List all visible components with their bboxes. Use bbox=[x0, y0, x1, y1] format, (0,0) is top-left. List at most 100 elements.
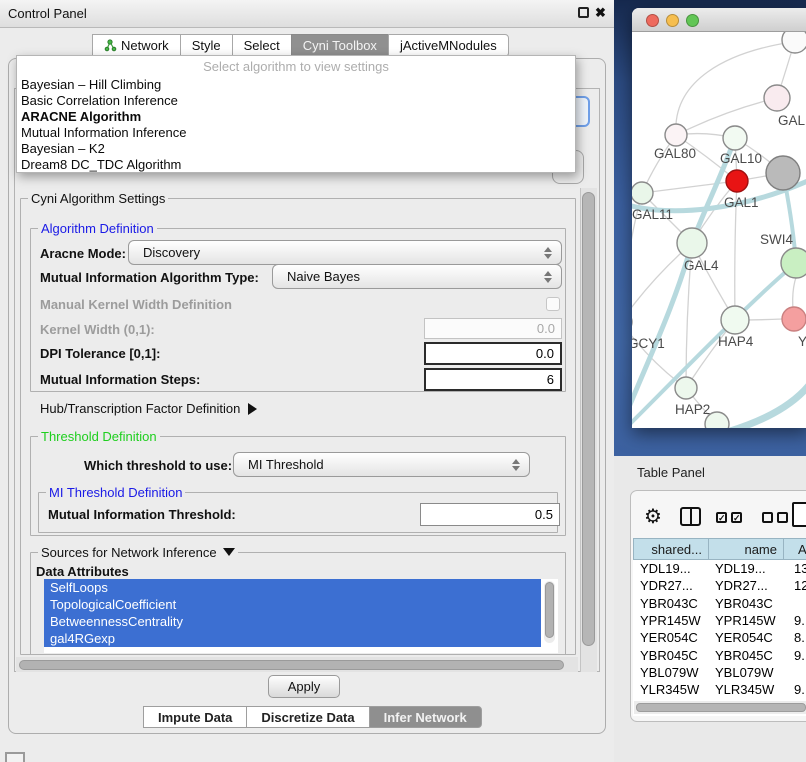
aracne-mode-select[interactable]: Discovery bbox=[128, 240, 562, 265]
sources-group-title[interactable]: Sources for Network Inference bbox=[38, 545, 238, 560]
algorithm-option[interactable]: Mutual Information Inference bbox=[17, 125, 575, 141]
network-node[interactable] bbox=[766, 156, 800, 190]
network-node[interactable] bbox=[782, 307, 806, 331]
table-cell: YPR145W bbox=[708, 612, 783, 629]
algorithm-option[interactable]: Dream8 DC_TDC Algorithm bbox=[17, 157, 575, 173]
manual-kernel-checkbox[interactable] bbox=[546, 297, 560, 311]
data-attributes-list[interactable]: SelfLoops TopologicalCoefficient Between… bbox=[44, 579, 558, 653]
control-panel-tab[interactable]: jActiveMNodules bbox=[388, 34, 509, 57]
table-cell: YDR27... bbox=[633, 577, 708, 594]
network-node[interactable] bbox=[675, 377, 697, 399]
column-header[interactable]: shared... bbox=[633, 538, 708, 560]
unchecked-box-icon[interactable] bbox=[777, 512, 788, 523]
gear-icon[interactable]: ⚙ bbox=[644, 504, 662, 529]
algorithm-option[interactable]: ARACNE Algorithm bbox=[17, 109, 575, 125]
attribute-list-scroll-thumb[interactable] bbox=[545, 582, 554, 638]
settings-horizontal-scroll-thumb[interactable] bbox=[19, 660, 564, 670]
network-node[interactable] bbox=[726, 170, 748, 192]
table-row[interactable]: YBL079W YBL079W bbox=[633, 664, 806, 681]
table-row[interactable]: YDL19... YDL19... 13 bbox=[633, 560, 806, 577]
checked-box-icon[interactable]: ✓ bbox=[716, 512, 727, 523]
spinner-icon bbox=[544, 271, 552, 283]
attribute-list-scrollbar[interactable] bbox=[544, 581, 555, 643]
attribute-item[interactable]: SelfLoops bbox=[44, 579, 541, 596]
node-label: HAP2 bbox=[675, 402, 710, 417]
attribute-item[interactable]: gal4RGexp bbox=[44, 630, 541, 647]
network-node[interactable] bbox=[632, 182, 653, 204]
network-node[interactable] bbox=[665, 124, 687, 146]
mi-steps-field[interactable]: 6 bbox=[424, 368, 562, 391]
table-cell: YBR045C bbox=[633, 646, 708, 663]
attribute-item[interactable]: BetweennessCentrality bbox=[44, 613, 541, 630]
cyni-bottom-tab[interactable]: Infer Network bbox=[369, 706, 482, 728]
apply-button[interactable]: Apply bbox=[268, 675, 340, 698]
table-row[interactable]: YLR345W YLR345W 9. bbox=[633, 681, 806, 698]
algorithm-option[interactable]: Basic Correlation Inference bbox=[17, 93, 575, 109]
network-node[interactable] bbox=[677, 228, 707, 258]
network-edge[interactable] bbox=[642, 181, 737, 193]
algorithm-option[interactable]: Bayesian – K2 bbox=[17, 141, 575, 157]
threshold-definition-title: Threshold Definition bbox=[38, 429, 160, 444]
table-row[interactable]: YBR043C YBR043C bbox=[633, 595, 806, 612]
node-label: Y bbox=[798, 334, 806, 349]
algorithm-definition-title: Algorithm Definition bbox=[38, 221, 157, 236]
mi-threshold-field[interactable]: 0.5 bbox=[420, 503, 560, 526]
network-node[interactable] bbox=[723, 126, 747, 150]
cyni-bottom-tab[interactable]: Discretize Data bbox=[246, 706, 368, 728]
settings-vertical-scroll-thumb[interactable] bbox=[582, 192, 595, 646]
network-node[interactable] bbox=[782, 32, 806, 53]
kernel-width-label: Kernel Width (0,1): bbox=[40, 322, 155, 337]
attribute-item[interactable]: TopologicalCoefficient bbox=[44, 596, 541, 613]
cyni-bottom-tabs: Impute Data Discretize Data Infer Networ… bbox=[143, 706, 482, 728]
spinner-icon bbox=[512, 459, 520, 471]
collapse-arrow-icon[interactable] bbox=[223, 548, 235, 556]
control-panel-tab[interactable]: Style bbox=[180, 34, 232, 57]
network-window-titlebar[interactable] bbox=[632, 8, 806, 32]
node-label: GCY1 bbox=[632, 336, 665, 351]
unchecked-box-icon[interactable] bbox=[762, 512, 773, 523]
close-traffic-light-icon[interactable] bbox=[646, 14, 659, 27]
table-row[interactable]: YER054C YER054C 8. bbox=[633, 629, 806, 646]
control-panel-tab[interactable]: Select bbox=[232, 34, 291, 57]
column-header[interactable]: name bbox=[708, 538, 783, 560]
cyni-bottom-tab[interactable]: Impute Data bbox=[143, 706, 246, 728]
hub-definition-toggle[interactable]: Hub/Transcription Factor Definition bbox=[40, 401, 257, 416]
checked-box-icon[interactable]: ✓ bbox=[731, 512, 742, 523]
network-edge[interactable] bbox=[727, 384, 806, 428]
table-row[interactable]: YBR045C YBR045C 9. bbox=[633, 646, 806, 663]
mi-algorithm-type-select[interactable]: Naive Bayes bbox=[272, 264, 562, 289]
table-row[interactable]: YDR27... YDR27... 12 bbox=[633, 577, 806, 594]
dpi-tolerance-label: DPI Tolerance [0,1]: bbox=[40, 346, 160, 361]
table-cell: YDL19... bbox=[708, 560, 783, 577]
minimize-traffic-light-icon[interactable] bbox=[666, 14, 679, 27]
network-node[interactable] bbox=[781, 248, 806, 278]
table-cell: 12 bbox=[783, 577, 806, 594]
node-label: GAL bbox=[778, 113, 806, 128]
mi-steps-label: Mutual Information Steps: bbox=[40, 372, 200, 387]
network-node[interactable] bbox=[721, 306, 749, 334]
float-window-icon[interactable] bbox=[578, 7, 589, 18]
spinner-icon bbox=[544, 247, 552, 259]
control-panel-tab[interactable]: Network bbox=[92, 34, 180, 57]
attribute-items: SelfLoops TopologicalCoefficient Between… bbox=[44, 579, 558, 647]
network-canvas[interactable]: GALGAL80GAL10GAL1GAL11SWI4GAL4GCY1HAP4YH… bbox=[632, 32, 806, 428]
columns-icon[interactable] bbox=[680, 507, 701, 526]
table-horizontal-scroll-thumb[interactable] bbox=[636, 703, 806, 712]
network-view-window: GALGAL80GAL10GAL1GAL11SWI4GAL4GCY1HAP4YH… bbox=[632, 8, 806, 428]
which-threshold-select[interactable]: MI Threshold bbox=[233, 452, 530, 477]
table-row[interactable]: YPR145W YPR145W 9. bbox=[633, 612, 806, 629]
sources-title-label: Sources for Network Inference bbox=[41, 545, 217, 560]
table-cell: 8. bbox=[783, 629, 806, 646]
algorithm-option[interactable]: Bayesian – Hill Climbing bbox=[17, 77, 575, 93]
network-node[interactable] bbox=[764, 85, 790, 111]
dpi-tolerance-field[interactable]: 0.0 bbox=[424, 342, 562, 365]
node-label: GAL80 bbox=[654, 146, 696, 161]
close-panel-icon[interactable]: ✖ bbox=[595, 5, 606, 21]
minimized-panel-button[interactable] bbox=[5, 752, 25, 762]
expand-arrow-icon[interactable] bbox=[248, 403, 257, 415]
column-header[interactable]: A bbox=[783, 538, 806, 560]
zoom-traffic-light-icon[interactable] bbox=[686, 14, 699, 27]
file-icon[interactable] bbox=[792, 502, 806, 527]
control-panel-tab[interactable]: Cyni Toolbox bbox=[291, 34, 388, 57]
manual-kernel-label: Manual Kernel Width Definition bbox=[40, 297, 232, 312]
